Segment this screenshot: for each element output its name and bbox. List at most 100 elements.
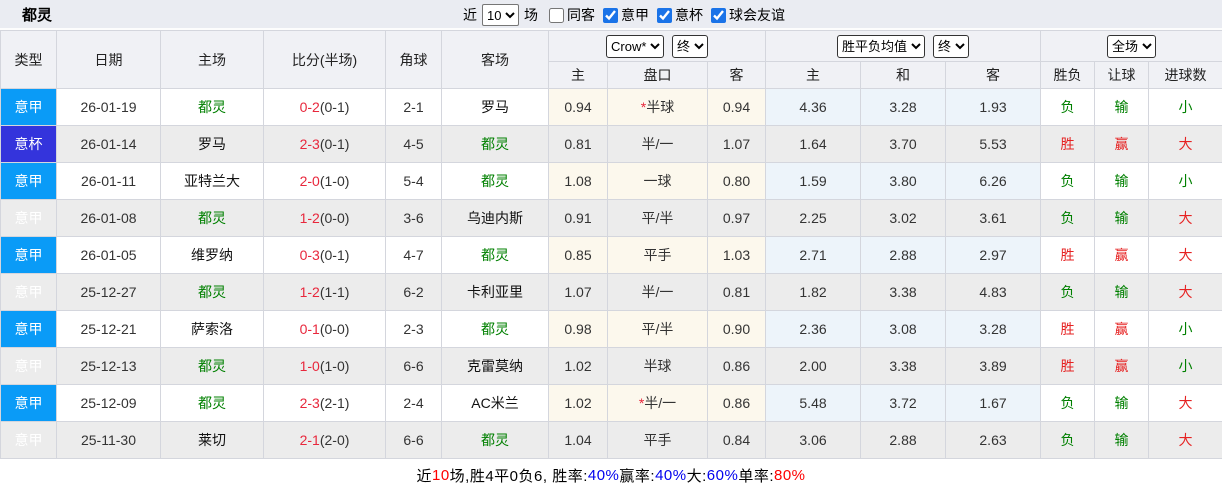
date-cell: 25-12-21 [56, 310, 161, 348]
let-result-cell: 输 [1094, 421, 1150, 459]
match-row: 意甲 26-01-08 都灵 1-2(0-0) 3-6 乌迪内斯 0.91 平/… [0, 199, 1222, 237]
corner-cell: 2-1 [385, 88, 442, 126]
goals-cell: 小 [1148, 88, 1222, 126]
corner-cell: 6-6 [385, 347, 442, 385]
col-header-corner: 角球 [385, 30, 442, 89]
subcol-handicap: 盘口 [607, 61, 708, 89]
match-row: 意甲 25-11-30 莱切 2-1(2-0) 6-6 都灵 1.04 平手 0… [0, 421, 1222, 459]
subcol-odds-away: 客 [706, 61, 767, 89]
odds-group-header: Crow* 终 [547, 30, 767, 62]
summary-segment: 40% [587, 467, 620, 484]
odds-home-cell: 1.02 [548, 384, 608, 422]
recent-label: 近 [463, 7, 477, 23]
score-cell: 1-0(1-0) [263, 347, 386, 385]
avg-draw-cell: 3.72 [860, 384, 947, 422]
odds-away-cell: 1.03 [706, 236, 767, 274]
let-result-cell: 赢 [1094, 347, 1150, 385]
odds-away-cell: 1.07 [706, 125, 767, 163]
result-cell: 胜 [1040, 347, 1096, 385]
goals-cell: 小 [1148, 310, 1222, 348]
score-cell: 0-3(0-1) [263, 236, 386, 274]
filter-checkbox-same-venue[interactable] [549, 7, 564, 23]
avg-lose-cell: 2.97 [945, 236, 1042, 274]
corner-cell: 2-3 [385, 310, 442, 348]
match-row: 意甲 26-01-05 维罗纳 0-3(0-1) 4-7 都灵 0.85 平手 … [0, 236, 1222, 274]
goals-cell: 小 [1148, 347, 1222, 385]
avg-group-header: 胜平负均值 终 [765, 30, 1042, 62]
summary-segment: 赢率: [619, 468, 656, 485]
match-row: 意甲 25-12-13 都灵 1-0(1-0) 6-6 克雷莫纳 1.02 半球… [0, 347, 1222, 385]
subcol-avg-win: 主 [765, 61, 862, 89]
odds-home-cell: 1.07 [548, 273, 608, 311]
avg-win-cell: 2.36 [765, 310, 862, 348]
match-type-cell: 意甲 [0, 421, 57, 459]
handicap-cell: *半球 [607, 88, 708, 126]
avg-win-cell: 1.64 [765, 125, 862, 163]
subcol-avg-lose: 客 [945, 61, 1042, 89]
odds-state-select[interactable]: 终 [672, 34, 708, 58]
corner-cell: 2-4 [385, 384, 442, 422]
odds-away-cell: 0.84 [706, 421, 767, 459]
avg-state-select[interactable]: 终 [933, 34, 970, 58]
filter-option-coppa-italia: 意杯 [651, 5, 703, 25]
home-team-cell: 莱切 [160, 421, 264, 459]
summary-segment: 近 [416, 468, 432, 485]
recent-count-select[interactable]: 10 [482, 4, 519, 26]
home-team-cell: 都灵 [160, 347, 264, 385]
col-header-date: 日期 [56, 30, 161, 89]
avg-draw-cell: 3.28 [860, 88, 947, 126]
result-cell: 负 [1040, 421, 1096, 459]
summary-segment: 10 [431, 467, 450, 484]
filter-option-same-venue: 同客 [543, 5, 595, 25]
avg-draw-cell: 3.70 [860, 125, 947, 163]
score-cell: 2-3(2-1) [263, 384, 386, 422]
summary-segment: 单率: [738, 468, 774, 485]
away-team-cell: 罗马 [441, 88, 549, 126]
odds-away-cell: 0.80 [706, 162, 767, 200]
handicap-cell: 平手 [607, 236, 708, 274]
date-cell: 26-01-08 [56, 199, 161, 237]
date-cell: 26-01-05 [56, 236, 161, 274]
away-team-cell: 都灵 [441, 421, 549, 459]
match-row: 意甲 25-12-27 都灵 1-2(1-1) 6-2 卡利亚里 1.07 半/… [0, 273, 1222, 311]
score-cell: 2-1(2-0) [263, 421, 386, 459]
col-header-home: 主场 [160, 30, 264, 89]
filter-checkbox-club-friendly[interactable] [711, 7, 726, 23]
home-team-cell: 萨索洛 [160, 310, 264, 348]
result-cell: 负 [1040, 88, 1096, 126]
avg-lose-cell: 2.63 [945, 421, 1042, 459]
home-team-cell: 都灵 [160, 384, 264, 422]
match-history-table: 类型 日期 主场 比分(半场) 角球 客场 Crow* 终 胜平负均值 终 全场 [0, 30, 1222, 459]
scope-select[interactable]: 全场 [1107, 34, 1157, 58]
date-cell: 25-11-30 [56, 421, 161, 459]
away-team-cell: 都灵 [441, 236, 549, 274]
match-type-cell: 意甲 [0, 273, 57, 311]
let-result-cell: 输 [1094, 88, 1150, 126]
home-team-cell: 都灵 [160, 88, 264, 126]
filter-checkbox-group: 同客 意甲 意杯 球会友谊 [543, 5, 785, 25]
match-type-cell: 意杯 [0, 125, 57, 163]
home-team-cell: 维罗纳 [160, 236, 264, 274]
odds-company-select[interactable]: Crow* [606, 34, 664, 58]
handicap-cell: 半球 [607, 347, 708, 385]
let-result-cell: 赢 [1094, 236, 1150, 274]
match-type-cell: 意甲 [0, 384, 57, 422]
goals-cell: 大 [1148, 125, 1222, 163]
odds-away-cell: 0.86 [706, 347, 767, 385]
subcol-goals: 进球数 [1148, 61, 1222, 89]
avg-draw-cell: 3.02 [860, 199, 947, 237]
handicap-cell: 平/半 [607, 310, 708, 348]
filter-checkbox-serie-a[interactable] [603, 7, 618, 23]
avg-type-select[interactable]: 胜平负均值 [837, 34, 926, 58]
filter-checkbox-coppa-italia[interactable] [657, 7, 672, 23]
date-cell: 25-12-09 [56, 384, 161, 422]
away-team-cell: 都灵 [441, 162, 549, 200]
home-team-cell: 都灵 [160, 199, 264, 237]
date-cell: 26-01-19 [56, 88, 161, 126]
odds-away-cell: 0.86 [706, 384, 767, 422]
odds-home-cell: 1.04 [548, 421, 608, 459]
team-title: 都灵 [22, 6, 53, 24]
match-row: 意杯 26-01-14 罗马 2-3(0-1) 4-5 都灵 0.81 半/一 … [0, 125, 1222, 163]
score-cell: 2-3(0-1) [263, 125, 386, 163]
let-result-cell: 输 [1094, 384, 1150, 422]
